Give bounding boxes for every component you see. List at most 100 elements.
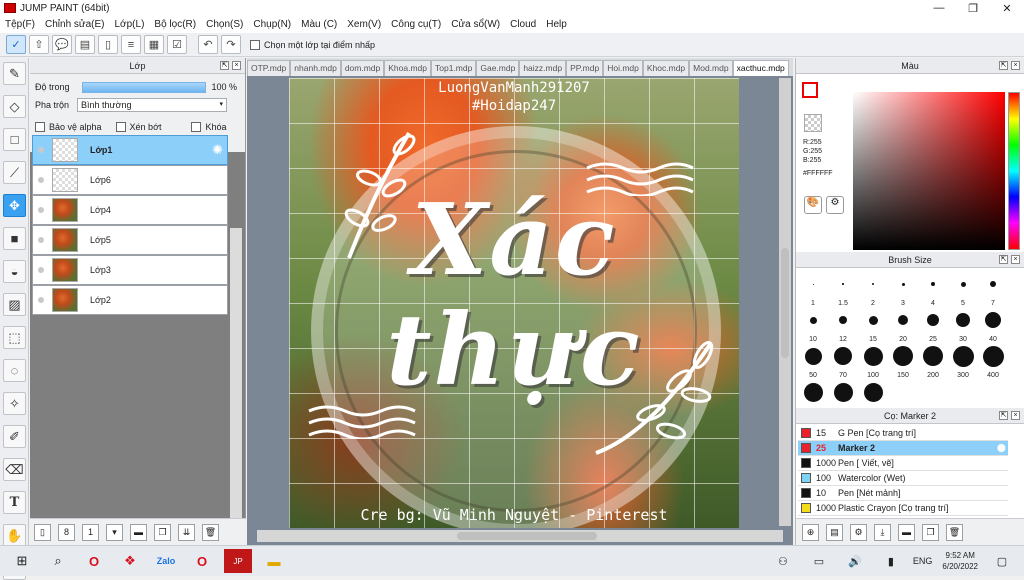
brush-size-option[interactable]: 300 <box>948 342 978 379</box>
undo-icon[interactable]: ↶ <box>198 35 218 54</box>
brush-size-option[interactable]: 7 <box>978 270 1008 307</box>
menu-layer[interactable]: Lớp(L) <box>110 19 150 30</box>
document-tab[interactable]: nhanh.mdp <box>290 60 341 76</box>
move-tool-icon[interactable]: ✥ <box>3 194 26 217</box>
lock-checkbox[interactable] <box>191 122 202 132</box>
document-tab[interactable]: dom.mdp <box>340 60 385 76</box>
float-panel-icon[interactable]: ⇱ <box>220 61 229 70</box>
layer-row[interactable]: Lớp2 <box>32 285 228 315</box>
brush-size-option[interactable]: 400 <box>978 342 1008 379</box>
document-tab[interactable]: Khoa.mdp <box>384 60 432 76</box>
network-icon[interactable]: ▭ <box>805 549 833 573</box>
brush-size-option[interactable]: 5 <box>948 270 978 307</box>
delete-layer-icon[interactable]: 🗑 <box>202 523 219 541</box>
canvas-vertical-scrollbar[interactable] <box>779 78 791 526</box>
menu-filter[interactable]: Bộ lọc(R) <box>149 19 201 30</box>
brush-tool-item[interactable]: 15 G Pen [Cọ trang trí] <box>798 426 1008 441</box>
close-tool-panel-icon[interactable]: × <box>1011 411 1020 420</box>
text-tool-icon[interactable]: T <box>3 491 26 514</box>
document-tab[interactable]: Mod.mdp <box>689 60 733 76</box>
text-page-icon[interactable]: ≡ <box>121 35 141 54</box>
jump-paint-taskbar-icon[interactable]: JP <box>224 549 252 573</box>
opera-gx-icon[interactable]: O <box>188 549 216 573</box>
brush-size-option[interactable]: 30 <box>948 306 978 343</box>
line-tool-icon[interactable]: ⟋ <box>3 161 26 184</box>
language-indicator[interactable]: ENG <box>913 556 933 566</box>
brush-tool-item[interactable]: 1000 Plastic Crayon [Cọ trang trí] <box>798 501 1008 516</box>
brush-size-option[interactable]: 150 <box>888 342 918 379</box>
brush-size-option[interactable]: 1.5 <box>828 270 858 307</box>
layer-row[interactable]: Lớp3 <box>32 255 228 285</box>
close-button[interactable]: ✕ <box>990 0 1024 16</box>
menu-select[interactable]: Chọn(S) <box>201 19 248 30</box>
pen-tool-icon[interactable]: ✎ <box>3 62 26 85</box>
people-icon[interactable]: ⚇ <box>769 549 797 573</box>
layer-row[interactable]: Lớp5 <box>32 225 228 255</box>
brush-size-option[interactable]: 70 <box>828 342 858 379</box>
float-tool-panel-icon[interactable]: ⇱ <box>999 411 1008 420</box>
canvas-artwork[interactable]: LuongVanManh291207 #Hoidap247 Xác thực C… <box>289 78 739 528</box>
redo-icon[interactable]: ↷ <box>221 35 241 54</box>
checklist-icon[interactable]: ☑ <box>167 35 187 54</box>
blend-mode-select[interactable]: Bình thường ▾ <box>77 98 228 112</box>
main-color-swatch[interactable] <box>802 82 818 98</box>
document-tab[interactable]: Gae.mdp <box>476 60 520 76</box>
magic-wand-icon[interactable]: ✧ <box>3 392 26 415</box>
brush-size-option[interactable]: 2 <box>858 270 888 307</box>
merge-icon[interactable]: ⇊ <box>178 523 195 541</box>
windows-start-icon[interactable]: ⊞ <box>8 549 36 573</box>
brush-tool-item[interactable]: 25 Marker 2 ✺ <box>798 441 1008 456</box>
brush-size-option[interactable]: 100 <box>858 342 888 379</box>
tool-import-icon[interactable]: ⤓ <box>874 523 891 541</box>
vertical-scroll-thumb[interactable] <box>781 248 789 358</box>
comment-icon[interactable]: 💬 <box>52 35 72 54</box>
visibility-icon[interactable] <box>38 147 44 153</box>
close-color-panel-icon[interactable]: × <box>1011 61 1020 70</box>
volume-icon[interactable]: 🔊 <box>841 549 869 573</box>
layer-row[interactable]: Lớp4 <box>32 195 228 225</box>
brush-size-option[interactable] <box>828 378 858 412</box>
page-icon[interactable]: ▯ <box>98 35 118 54</box>
maximize-button[interactable]: ❐ <box>956 0 990 16</box>
close-panel-icon[interactable]: × <box>232 61 241 70</box>
app-red-icon[interactable]: ❖ <box>116 549 144 573</box>
brush-tool-item[interactable]: 100 Watercolor (Wet) <box>798 471 1008 486</box>
brush-size-option[interactable]: 3 <box>888 270 918 307</box>
opera-icon[interactable]: O <box>80 549 108 573</box>
brush-size-option[interactable]: 25 <box>918 306 948 343</box>
bucket-tool-icon[interactable]: ◒ <box>3 260 26 283</box>
protect-alpha-checkbox[interactable] <box>35 122 45 132</box>
rectangle-tool-icon[interactable]: □ <box>3 128 26 151</box>
brush-size-option[interactable]: 20 <box>888 306 918 343</box>
document-tab[interactable]: Khoc.mdp <box>642 60 690 76</box>
brush-size-option[interactable]: 40 <box>978 306 1008 343</box>
document-tab[interactable]: OTP.mdp <box>247 60 291 76</box>
select-rect-icon[interactable]: ⬚ <box>3 326 26 349</box>
battery-icon[interactable]: ▮ <box>877 549 905 573</box>
float-brush-panel-icon[interactable]: ⇱ <box>999 255 1008 264</box>
menu-cloud[interactable]: Cloud <box>505 19 541 30</box>
document-tab[interactable]: xacthuc.mdp <box>732 60 789 76</box>
select-layer-checkbox[interactable] <box>250 39 260 50</box>
brush-size-option[interactable]: 1 <box>798 270 828 307</box>
tool-add-icon[interactable]: ⊕ <box>802 523 819 541</box>
file-explorer-icon[interactable]: ▬ <box>260 549 288 573</box>
new-layer-1bit-icon[interactable]: 1 <box>82 523 99 541</box>
document-tab[interactable]: PP.mdp <box>566 60 604 76</box>
menu-help[interactable]: Help <box>541 19 572 30</box>
clock[interactable]: 9:52 AM 6/20/2022 <box>942 550 978 572</box>
brush-tool-item[interactable]: 1000 Pen [ Viết, vẽ] <box>798 456 1008 471</box>
tool-folder-icon[interactable]: ▬ <box>898 523 915 541</box>
tool-settings-gear-icon[interactable]: ✺ <box>997 442 1006 455</box>
document-tab[interactable]: haizz.mdp <box>519 60 567 76</box>
menu-edit[interactable]: Chỉnh sửa(E) <box>40 19 110 30</box>
new-layer-menu-icon[interactable]: ▾ <box>106 523 123 541</box>
snap-icon[interactable]: ✓ <box>6 35 26 54</box>
brush-size-option[interactable]: 4 <box>918 270 948 307</box>
visibility-icon[interactable] <box>38 237 44 243</box>
brush-size-option[interactable]: 200 <box>918 342 948 379</box>
transparent-swatch[interactable] <box>804 114 822 132</box>
speech-icon[interactable]: ▤ <box>75 35 95 54</box>
select-pen-icon[interactable]: ✐ <box>3 425 26 448</box>
brush-size-option[interactable]: 15 <box>858 306 888 343</box>
